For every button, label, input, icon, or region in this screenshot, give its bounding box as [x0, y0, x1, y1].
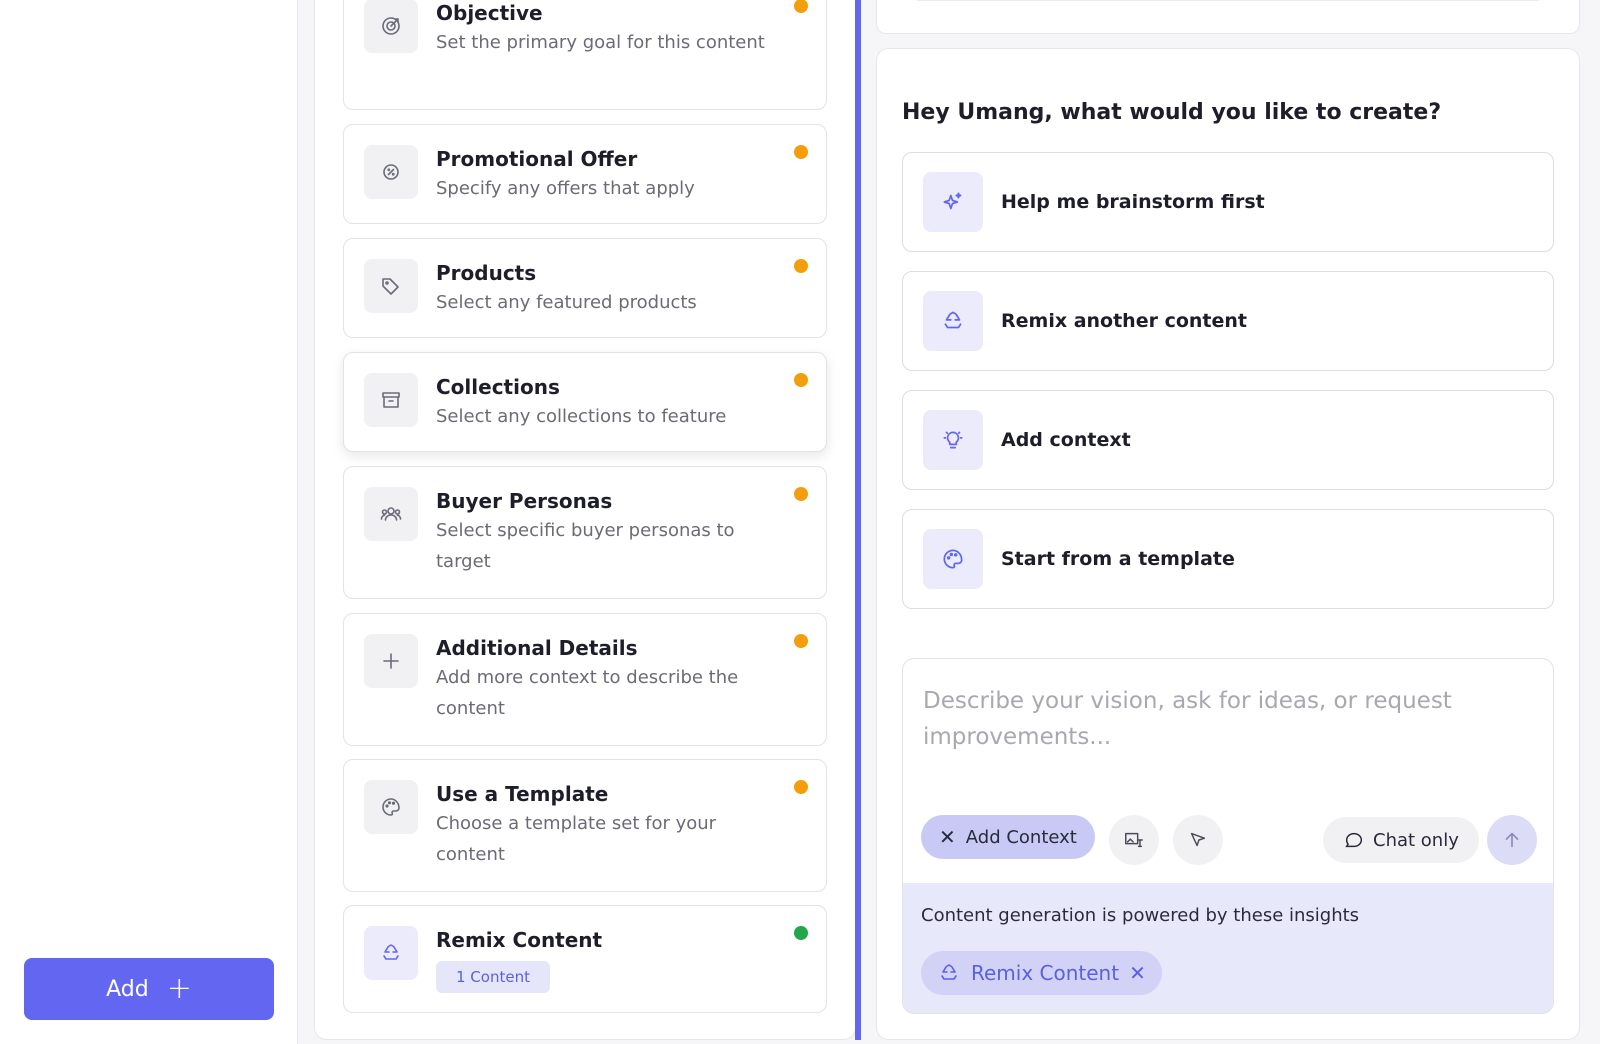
option-brainstorm[interactable]: Help me brainstorm first [902, 152, 1554, 252]
context-card-use-a-template[interactable]: Use a Template Choose a template set for… [343, 759, 827, 892]
add-button[interactable]: Add + [24, 958, 274, 1020]
card-description: Select specific buyer personas to target [436, 520, 735, 572]
cursor-icon [1190, 832, 1206, 847]
card-title: Remix Content [436, 928, 603, 952]
recycle-icon [941, 964, 957, 980]
status-dot-pending [794, 780, 808, 794]
chat-composer: ✕ Add Context Chat only Content generati… [902, 658, 1554, 1014]
target-icon [364, 0, 418, 53]
card-title: Use a Template [436, 782, 609, 806]
palette-icon [364, 780, 418, 834]
content-count-chip: 1 Content [436, 961, 550, 993]
context-card-remix-content[interactable]: Remix Content 1 Content [343, 905, 827, 1013]
recycle-icon [364, 926, 418, 980]
top-section-card [876, 0, 1580, 34]
close-icon: ✕ [939, 825, 956, 849]
option-remix[interactable]: Remix another content [902, 271, 1554, 371]
add-context-label: Add Context [965, 826, 1077, 848]
card-title: Promotional Offer [436, 147, 638, 171]
tag-icon [364, 259, 418, 313]
context-card-products[interactable]: Products Select any featured products [343, 238, 827, 338]
chat-only-button[interactable]: Chat only [1323, 817, 1479, 863]
status-dot-pending [794, 259, 808, 273]
add-context-button[interactable]: ✕ Add Context [921, 815, 1095, 859]
option-label: Start from a template [1001, 548, 1235, 570]
option-label: Remix another content [1001, 310, 1247, 332]
card-description: Choose a template set for your content [436, 813, 717, 865]
users-icon [364, 487, 418, 541]
card-description: Specify any offers that apply [436, 178, 695, 199]
card-description: Add more context to describe the content [436, 667, 739, 719]
close-icon[interactable]: ✕ [1129, 963, 1146, 983]
divider [917, 0, 1539, 1]
chat-bubble-icon [1345, 832, 1363, 848]
recycle-icon [923, 291, 983, 351]
plus-icon [364, 634, 418, 688]
assistant-greeting: Hey Umang, what would you like to create… [902, 100, 1442, 125]
sparkles-icon [923, 172, 983, 232]
card-title: Additional Details [436, 636, 638, 660]
context-card-buyer-personas[interactable]: Buyer Personas Select specific buyer per… [343, 466, 827, 599]
context-card-objective[interactable]: Objective Set the primary goal for this … [343, 0, 827, 110]
status-dot-pending [794, 145, 808, 159]
discount-icon [364, 145, 418, 199]
image-text-button[interactable] [1109, 815, 1159, 865]
image-text-icon [1125, 832, 1143, 848]
palette-icon [923, 529, 983, 589]
card-description: Select any featured products [436, 292, 697, 313]
context-card-additional-details[interactable]: Additional Details Add more context to d… [343, 613, 827, 746]
status-dot-done [794, 926, 808, 940]
insights-section: Content generation is powered by these i… [903, 883, 1553, 1013]
cursor-button[interactable] [1173, 815, 1223, 865]
plus-icon: + [166, 971, 192, 1006]
insight-tag-label: Remix Content [971, 961, 1120, 985]
option-template[interactable]: Start from a template [902, 509, 1554, 609]
card-title: Objective [436, 1, 543, 25]
card-title: Buyer Personas [436, 489, 613, 513]
insights-text: Content generation is powered by these i… [921, 905, 1360, 926]
archive-icon [364, 373, 418, 427]
card-title: Collections [436, 375, 560, 399]
card-title: Products [436, 261, 537, 285]
prompt-input[interactable] [923, 683, 1523, 793]
insight-tag-remix-content[interactable]: Remix Content ✕ [921, 951, 1162, 995]
add-button-label: Add [106, 976, 149, 1002]
status-dot-pending [794, 0, 808, 13]
left-navigation: Add + [0, 0, 298, 1044]
context-card-collections[interactable]: Collections Select any collections to fe… [343, 352, 827, 452]
lightbulb-icon [923, 410, 983, 470]
status-dot-pending [794, 634, 808, 648]
card-description: Select any collections to feature [436, 406, 727, 427]
status-dot-pending [794, 487, 808, 501]
option-label: Help me brainstorm first [1001, 191, 1265, 213]
arrow-up-icon [1505, 832, 1519, 848]
chat-only-label: Chat only [1373, 829, 1459, 851]
option-add-context[interactable]: Add context [902, 390, 1554, 490]
context-card-promotional-offer[interactable]: Promotional Offer Specify any offers tha… [343, 124, 827, 224]
option-label: Add context [1001, 429, 1131, 451]
panel-divider[interactable] [855, 0, 861, 1040]
card-description: Set the primary goal for this content [436, 32, 765, 53]
status-dot-pending [794, 373, 808, 387]
send-button[interactable] [1487, 815, 1537, 865]
